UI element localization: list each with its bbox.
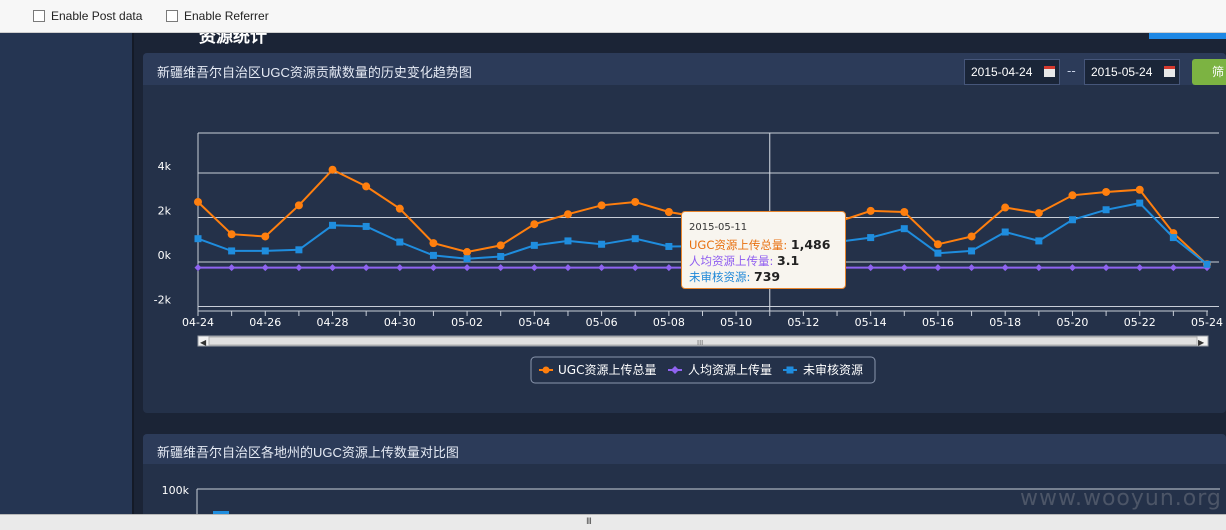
date-separator: -- xyxy=(1067,64,1076,78)
filter-button[interactable]: 筛 xyxy=(1192,59,1226,85)
tooltip-value: 1,486 xyxy=(790,237,831,252)
region-panel-title: 新疆维吾尔自治区各地州的UGC资源上传数量对比图 xyxy=(157,445,459,460)
calendar-icon[interactable] xyxy=(1164,66,1175,77)
left-sidebar xyxy=(0,32,132,514)
page-horizontal-scrollbar[interactable]: III xyxy=(0,514,1226,530)
tooltip-date: 2015-05-11 xyxy=(689,222,748,233)
tooltip-row-unreviewed: 未审核资源: 739 xyxy=(689,269,780,285)
tooltip-value: 739 xyxy=(754,269,781,284)
scrollbar-grip[interactable]: III xyxy=(586,517,592,527)
header-action-button[interactable] xyxy=(1149,32,1226,39)
watermark: www.wooyun.org xyxy=(1020,486,1222,511)
post-data-label: Enable Post data xyxy=(51,9,143,23)
post-data-checkbox[interactable] xyxy=(33,10,45,22)
tooltip-label: 人均资源上传量: xyxy=(689,254,774,268)
date-from-value: 2015-04-24 xyxy=(971,65,1033,79)
tooltip-value: 3.1 xyxy=(777,253,800,268)
referrer-label: Enable Referrer xyxy=(184,9,269,23)
trend-panel-title: 新疆维吾尔自治区UGC资源贡献数量的历史变化趋势图 xyxy=(157,65,472,80)
date-to-value: 2015-05-24 xyxy=(1091,65,1153,79)
date-to-input[interactable]: 2015-05-24 xyxy=(1084,59,1180,85)
date-from-input[interactable]: 2015-04-24 xyxy=(964,59,1060,85)
sidebar-divider xyxy=(132,32,134,514)
tooltip-label: UGC资源上传总量: xyxy=(689,238,788,252)
tooltip-row-ugc-total: UGC资源上传总量: 1,486 xyxy=(689,237,830,253)
tooltip-label: 未审核资源: xyxy=(689,270,751,284)
tooltip-row-per-capita: 人均资源上传量: 3.1 xyxy=(689,253,799,269)
browser-toolbar: Enable Post data Enable Referrer xyxy=(0,0,1226,33)
chart-tooltip: 2015-05-11 UGC资源上传总量: 1,486 人均资源上传量: 3.1… xyxy=(681,211,846,289)
calendar-icon[interactable] xyxy=(1044,66,1055,77)
referrer-checkbox[interactable] xyxy=(166,10,178,22)
